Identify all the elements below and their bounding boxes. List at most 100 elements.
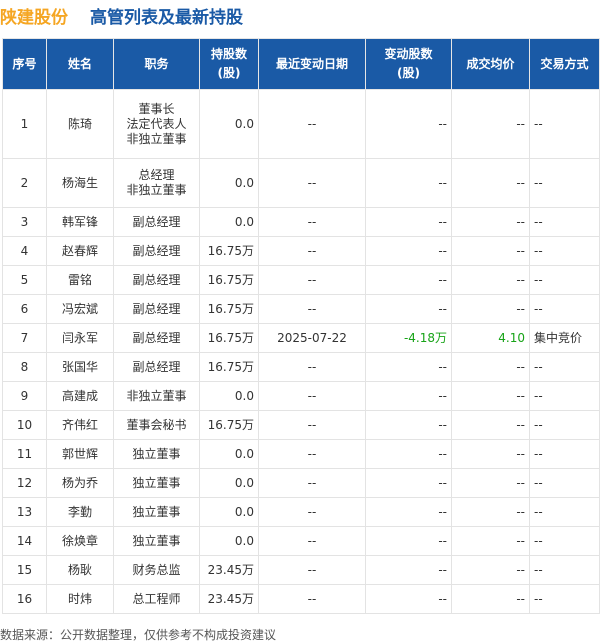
cell-price: -- [451, 468, 530, 498]
cell-role: 董事长 法定代表人 非独立董事 [113, 89, 200, 159]
cell-change: -- [365, 294, 452, 324]
cell-role: 副总经理 [113, 323, 200, 353]
cell-change: -- [365, 236, 452, 266]
col-header-role: 职务 [113, 38, 200, 90]
cell-method: -- [529, 236, 600, 266]
cell-price: -- [451, 439, 530, 469]
cell-price: -- [451, 158, 530, 208]
cell-date: -- [258, 158, 366, 208]
cell-change: -- [365, 352, 452, 382]
cell-shares: 0.0 [199, 158, 259, 208]
cell-date: -- [258, 439, 366, 469]
cell-change: -- [365, 439, 452, 469]
cell-date: -- [258, 468, 366, 498]
cell-no: 7 [2, 323, 47, 353]
cell-method: -- [529, 555, 600, 585]
cell-price: 4.10 [451, 323, 530, 353]
cell-no: 10 [2, 410, 47, 440]
cell-name: 闫永军 [46, 323, 114, 353]
cell-no: 13 [2, 497, 47, 527]
cell-shares: 23.45万 [199, 584, 259, 614]
page-title: 高管列表及最新持股 [90, 8, 243, 28]
cell-method: -- [529, 381, 600, 411]
cell-role: 副总经理 [113, 294, 200, 324]
cell-method: -- [529, 352, 600, 382]
col-header-shares: 持股数 (股) [199, 38, 259, 90]
title-bar: 陕建股份 高管列表及最新持股 [0, 0, 600, 32]
cell-date: -- [258, 526, 366, 556]
col-header-name: 姓名 [46, 38, 114, 90]
cell-price: -- [451, 294, 530, 324]
cell-no: 2 [2, 158, 47, 208]
table-row: 10 齐伟红 董事会秘书 16.75万 -- -- -- -- [2, 410, 600, 440]
cell-shares: 0.0 [199, 89, 259, 159]
cell-price: -- [451, 265, 530, 295]
cell-name: 张国华 [46, 352, 114, 382]
table-row: 9 高建成 非独立董事 0.0 -- -- -- -- [2, 381, 600, 411]
cell-name: 杨为乔 [46, 468, 114, 498]
cell-method: -- [529, 468, 600, 498]
table-row: 15 杨耿 财务总监 23.45万 -- -- -- -- [2, 555, 600, 585]
cell-change: -- [365, 526, 452, 556]
cell-shares: 16.75万 [199, 236, 259, 266]
table-header-row: 序号 姓名 职务 持股数 (股) 最近变动日期 变动股数 (股) 成交均价 交易方式 [2, 38, 600, 90]
cell-shares: 16.75万 [199, 294, 259, 324]
cell-date: -- [258, 410, 366, 440]
col-header-price: 成交均价 [451, 38, 530, 90]
cell-method: -- [529, 439, 600, 469]
cell-name: 赵春辉 [46, 236, 114, 266]
cell-change: -- [365, 555, 452, 585]
cell-no: 9 [2, 381, 47, 411]
table-row: 16 时炜 总工程师 23.45万 -- -- -- -- [2, 584, 600, 614]
table-row: 1 陈琦 董事长 法定代表人 非独立董事 0.0 -- -- -- -- [2, 89, 600, 159]
cell-change: -- [365, 89, 452, 159]
cell-date: 2025-07-22 [258, 323, 366, 353]
table-row: 4 赵春辉 副总经理 16.75万 -- -- -- -- [2, 236, 600, 266]
cell-shares: 0.0 [199, 468, 259, 498]
cell-price: -- [451, 236, 530, 266]
cell-price: -- [451, 381, 530, 411]
table-row: 14 徐焕章 独立董事 0.0 -- -- -- -- [2, 526, 600, 556]
cell-price: -- [451, 497, 530, 527]
cell-price: -- [451, 555, 530, 585]
cell-change: -4.18万 [365, 323, 452, 353]
cell-role: 独立董事 [113, 497, 200, 527]
cell-change: -- [365, 207, 452, 237]
cell-date: -- [258, 207, 366, 237]
cell-change: -- [365, 497, 452, 527]
cell-date: -- [258, 555, 366, 585]
cell-no: 3 [2, 207, 47, 237]
cell-name: 高建成 [46, 381, 114, 411]
cell-date: -- [258, 294, 366, 324]
table-row: 8 张国华 副总经理 16.75万 -- -- -- -- [2, 352, 600, 382]
cell-shares: 0.0 [199, 497, 259, 527]
cell-role: 独立董事 [113, 526, 200, 556]
cell-date: -- [258, 381, 366, 411]
cell-name: 杨耿 [46, 555, 114, 585]
cell-no: 16 [2, 584, 47, 614]
col-header-change: 变动股数 (股) [365, 38, 452, 90]
cell-shares: 0.0 [199, 526, 259, 556]
cell-shares: 16.75万 [199, 323, 259, 353]
cell-shares: 0.0 [199, 439, 259, 469]
cell-name: 徐焕章 [46, 526, 114, 556]
cell-date: -- [258, 89, 366, 159]
executives-table: 序号 姓名 职务 持股数 (股) 最近变动日期 变动股数 (股) 成交均价 交易方式… [2, 38, 600, 614]
cell-change: -- [365, 265, 452, 295]
cell-role: 董事会秘书 [113, 410, 200, 440]
cell-name: 陈琦 [46, 89, 114, 159]
cell-method: -- [529, 526, 600, 556]
table-row: 5 雷铭 副总经理 16.75万 -- -- -- -- [2, 265, 600, 295]
table-row: 7 闫永军 副总经理 16.75万 2025-07-22 -4.18万 4.10 集中竞价 [2, 323, 600, 353]
cell-method: -- [529, 584, 600, 614]
cell-name: 郭世辉 [46, 439, 114, 469]
cell-name: 韩军锋 [46, 207, 114, 237]
cell-role: 非独立董事 [113, 381, 200, 411]
cell-change: -- [365, 468, 452, 498]
cell-name: 杨海生 [46, 158, 114, 208]
cell-date: -- [258, 584, 366, 614]
table-row: 11 郭世辉 独立董事 0.0 -- -- -- -- [2, 439, 600, 469]
cell-role: 副总经理 [113, 236, 200, 266]
table-row: 3 韩军锋 副总经理 0.0 -- -- -- -- [2, 207, 600, 237]
table-row: 6 冯宏斌 副总经理 16.75万 -- -- -- -- [2, 294, 600, 324]
